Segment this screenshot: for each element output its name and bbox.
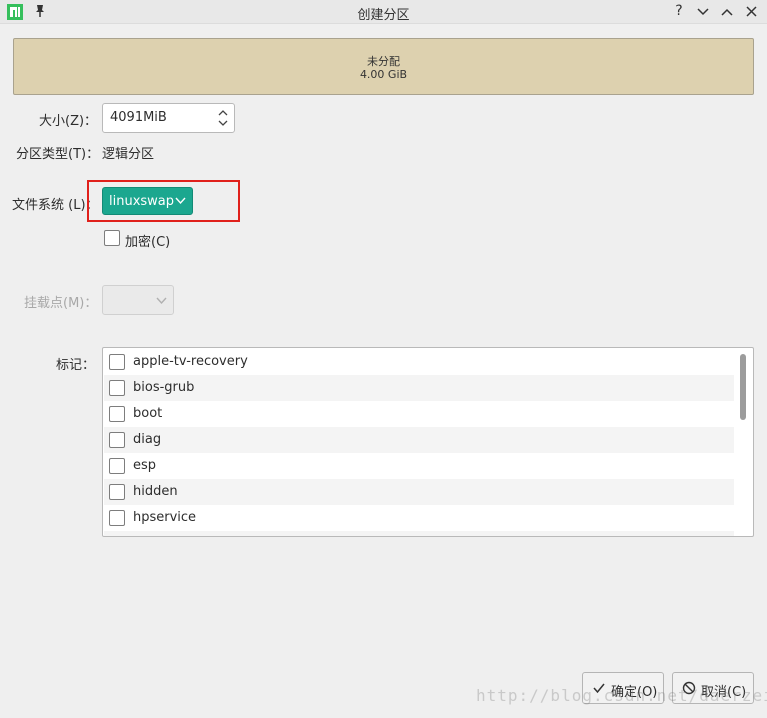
flag-checkbox[interactable] — [109, 380, 125, 396]
list-item[interactable]: esp — [104, 453, 734, 479]
mount-point-dropdown[interactable] — [102, 285, 174, 315]
filesystem-dropdown[interactable]: linuxswap — [102, 187, 193, 215]
flags-list[interactable]: apple-tv-recovery bios-grub boot diag es… — [102, 347, 754, 537]
flag-label: bios-grub — [133, 380, 195, 395]
mount-label: 挂载点(M)： — [24, 296, 98, 311]
partition-bar[interactable]: 未分配 4.00 GiB — [13, 38, 754, 95]
list-item[interactable]: apple-tv-recovery — [104, 349, 734, 375]
type-label: 分区类型(T)： — [16, 147, 100, 162]
help-button[interactable]: ? — [670, 2, 688, 21]
chevron-down-icon — [156, 297, 167, 305]
flag-label: boot — [133, 406, 163, 421]
flag-label: hpservice — [133, 510, 197, 525]
list-item[interactable]: hpservice — [104, 505, 734, 531]
title-bar: 创建分区 ? — [0, 0, 767, 24]
flag-checkbox[interactable] — [109, 354, 125, 370]
flag-checkbox[interactable] — [109, 484, 125, 500]
filesystem-value: linuxswap — [109, 194, 175, 209]
partition-size: 4.00 GiB — [359, 68, 408, 81]
partition-name: 未分配 — [367, 55, 400, 68]
flag-checkbox[interactable] — [109, 458, 125, 474]
scrollbar[interactable] — [740, 354, 746, 420]
size-spinbox[interactable]: 4091MiB — [102, 103, 235, 133]
chevron-up-icon — [721, 8, 733, 16]
chevron-down-icon — [697, 8, 709, 16]
close-button[interactable] — [742, 2, 760, 21]
flag-checkbox[interactable] — [109, 406, 125, 422]
flag-label: esp — [133, 458, 157, 473]
flags-label: 标记： — [56, 358, 96, 373]
list-item[interactable]: hidden — [104, 479, 734, 505]
encrypt-checkbox[interactable] — [104, 230, 120, 246]
flag-label: hidden — [133, 484, 178, 499]
flag-checkbox[interactable] — [109, 510, 125, 526]
flag-label: diag — [133, 432, 162, 447]
close-icon — [745, 6, 757, 17]
list-item[interactable]: diag — [104, 427, 734, 453]
list-item[interactable]: bios-grub — [104, 375, 734, 401]
encrypt-label[interactable]: 加密(C) — [125, 231, 170, 250]
maximize-button[interactable] — [718, 2, 736, 21]
minimize-button[interactable] — [694, 2, 712, 21]
size-label: 大小(Z)： — [39, 114, 98, 129]
window-title: 创建分区 — [357, 8, 410, 23]
flag-label: apple-tv-recovery — [133, 354, 248, 369]
spin-arrows-icon[interactable] — [217, 107, 229, 129]
fs-label: 文件系统 (L)： — [12, 198, 99, 213]
flag-checkbox[interactable] — [109, 432, 125, 448]
list-item[interactable]: boot — [104, 401, 734, 427]
chevron-down-icon — [175, 197, 186, 205]
size-value: 4091MiB — [110, 110, 167, 125]
flag-checkbox[interactable] — [109, 536, 125, 537]
watermark: http://blog.csdn.net/daerzei — [476, 686, 767, 705]
list-item[interactable] — [104, 531, 734, 537]
type-value: 逻辑分区 — [102, 147, 155, 162]
